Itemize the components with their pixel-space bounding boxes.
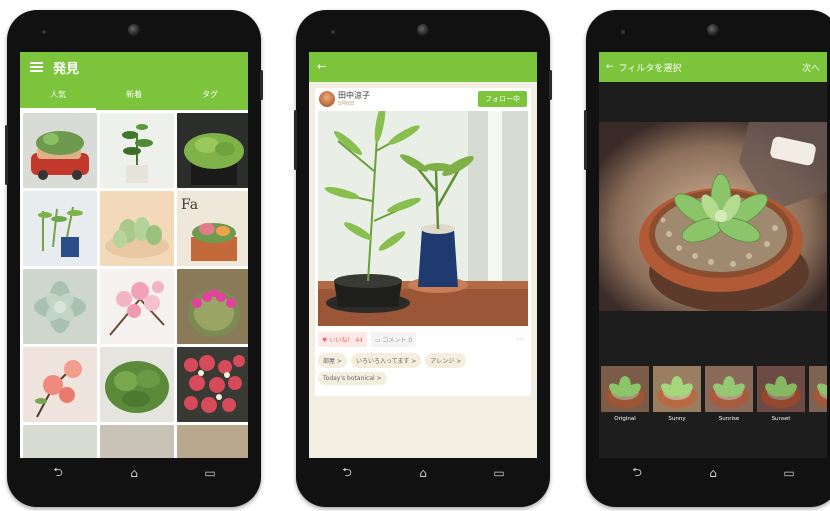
post-photo[interactable]	[318, 111, 528, 326]
filter-thumbnail[interactable]	[705, 366, 753, 412]
filter-thumbnail[interactable]	[653, 366, 701, 412]
photo-tile[interactable]	[100, 191, 174, 266]
volume-button	[584, 110, 587, 170]
app-bar: ← フィルタを選択 次へ	[599, 52, 827, 82]
filter-thumbnail[interactable]	[757, 366, 805, 412]
sensor-dot	[331, 30, 335, 34]
photo-tile[interactable]: Fa	[177, 191, 248, 266]
photo-tile[interactable]	[177, 269, 248, 344]
post-screen: ← 田中涼子 5月6日 フォロー中 ♥ いいね！ 44 ▭ コメント 0 ···…	[309, 52, 537, 458]
filter-sunset[interactable]: Sunset	[757, 366, 805, 422]
tab-popular[interactable]: 人気	[20, 82, 96, 110]
filter-strip: Original Sunny Sunrise Sunset	[601, 366, 827, 422]
photo-tile[interactable]	[177, 425, 248, 458]
app-bar: ←	[309, 52, 537, 82]
system-nav-bar: ⮌ ⌂ ▭	[309, 458, 537, 488]
next-button[interactable]: 次へ	[802, 61, 820, 74]
volume-button	[5, 125, 8, 185]
recent-apps-icon[interactable]: ▭	[195, 466, 225, 480]
editor-background: Original Sunny Sunrise Sunset	[599, 82, 827, 458]
post-body: 田中涼子 5月6日 フォロー中 ♥ いいね！ 44 ▭ コメント 0 ··· 部…	[309, 82, 537, 458]
menu-icon[interactable]	[30, 62, 43, 72]
filter-label: Sunset	[771, 416, 791, 422]
filter-label: Sunrise	[718, 416, 740, 422]
filter-h[interactable]: H	[809, 366, 827, 422]
follow-button[interactable]: フォロー中	[478, 91, 527, 107]
tag-chip[interactable]: いろいろ入ってます >	[350, 353, 422, 368]
discover-screen: 発見 人気 新着 タグ Fa	[20, 52, 248, 458]
svg-text:Fa: Fa	[181, 197, 198, 213]
photo-tile[interactable]	[23, 269, 97, 344]
post-card: 田中涼子 5月6日 フォロー中 ♥ いいね！ 44 ▭ コメント 0 ··· 部…	[315, 88, 531, 396]
photo-tile[interactable]	[100, 425, 174, 458]
tab-tags[interactable]: タグ	[172, 82, 248, 110]
tag-list: 部屋 > いろいろ入ってます > アレンジ > Today's botanica…	[318, 353, 528, 385]
photo-tile[interactable]	[23, 113, 97, 188]
sensor-dot	[621, 30, 625, 34]
home-nav-icon[interactable]: ⌂	[408, 466, 438, 480]
photo-tile[interactable]	[100, 113, 174, 188]
phone-post-detail: ← 田中涼子 5月6日 フォロー中 ♥ いいね！ 44 ▭ コメント 0 ···…	[294, 10, 552, 507]
front-camera	[417, 24, 429, 36]
photo-tile[interactable]	[100, 347, 174, 422]
app-bar: 発見	[20, 52, 248, 82]
power-button	[549, 70, 552, 100]
page-title: 発見	[53, 61, 80, 77]
filter-thumbnail[interactable]	[809, 366, 827, 412]
post-header: 田中涼子 5月6日 フォロー中	[315, 88, 531, 110]
back-nav-icon[interactable]: ⮌	[622, 463, 652, 484]
back-nav-icon[interactable]: ⮌	[43, 463, 73, 484]
photo-tile[interactable]	[23, 425, 97, 458]
back-arrow-icon[interactable]: ←	[317, 60, 326, 73]
tab-new[interactable]: 新着	[96, 82, 172, 110]
post-actions: ♥ いいね！ 44 ▭ コメント 0 ···	[318, 332, 528, 347]
power-button	[260, 70, 263, 100]
user-name[interactable]: 田中涼子	[338, 91, 370, 100]
front-camera	[128, 24, 140, 36]
photo-tile[interactable]	[177, 347, 248, 422]
system-nav-bar: ⮌ ⌂ ▭	[20, 458, 248, 488]
filter-label: H	[809, 416, 827, 422]
phone-filter-select: ← フィルタを選択 次へ Original Sunny Sunrise Suns…	[584, 10, 830, 507]
sensor-dot	[42, 30, 46, 34]
filter-label: Original	[614, 416, 636, 422]
photo-grid: Fa	[20, 110, 248, 458]
filter-label: Sunny	[668, 416, 686, 422]
like-button[interactable]: ♥ いいね！ 44	[318, 332, 367, 347]
tag-chip[interactable]: アレンジ >	[425, 353, 467, 368]
back-arrow-icon[interactable]: ←	[606, 62, 614, 72]
recent-apps-icon[interactable]: ▭	[774, 466, 804, 480]
home-nav-icon[interactable]: ⌂	[698, 466, 728, 480]
filter-sunrise[interactable]: Sunrise	[705, 366, 753, 422]
filter-thumbnail[interactable]	[601, 366, 649, 412]
filter-original[interactable]: Original	[601, 366, 649, 422]
photo-tile[interactable]	[23, 347, 97, 422]
front-camera	[707, 24, 719, 36]
tag-chip[interactable]: 部屋 >	[318, 353, 347, 368]
recent-apps-icon[interactable]: ▭	[484, 466, 514, 480]
system-nav-bar: ⮌ ⌂ ▭	[599, 458, 827, 488]
filter-sunny[interactable]: Sunny	[653, 366, 701, 422]
photo-tile[interactable]	[23, 191, 97, 266]
photo-tile[interactable]	[177, 113, 248, 188]
volume-button	[294, 110, 297, 170]
tab-bar: 人気 新着 タグ	[20, 82, 248, 110]
filter-screen: ← フィルタを選択 次へ Original Sunny Sunrise Suns…	[599, 52, 827, 458]
more-options-icon[interactable]: ···	[512, 332, 528, 347]
avatar[interactable]	[319, 91, 335, 107]
photo-tile[interactable]	[100, 269, 174, 344]
home-nav-icon[interactable]: ⌂	[119, 466, 149, 480]
post-date: 5月6日	[338, 101, 355, 107]
preview-photo	[599, 122, 827, 311]
page-title: フィルタを選択	[618, 63, 682, 74]
back-nav-icon[interactable]: ⮌	[332, 463, 362, 484]
phone-discover: 発見 人気 新着 タグ Fa ⮌ ⌂ ▭	[5, 10, 263, 507]
tag-chip[interactable]: Today's botanical >	[318, 372, 387, 385]
comment-button[interactable]: ▭ コメント 0	[370, 332, 417, 347]
